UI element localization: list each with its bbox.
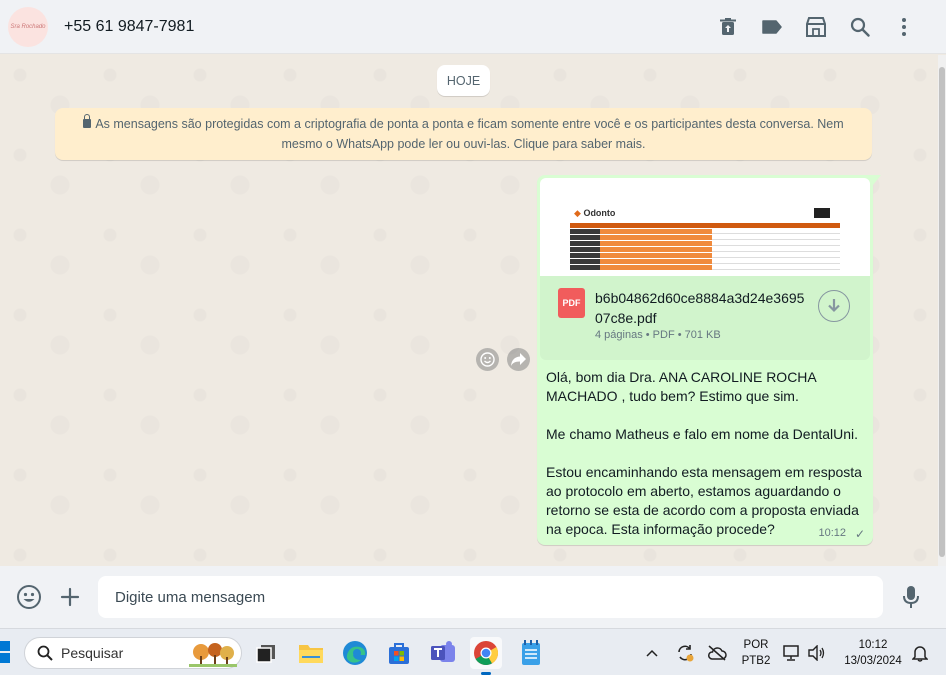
windows-start-icon[interactable] bbox=[0, 641, 12, 663]
download-icon bbox=[828, 299, 840, 313]
edge-icon[interactable] bbox=[339, 637, 371, 669]
teams-icon[interactable] bbox=[427, 637, 459, 669]
task-view-icon[interactable] bbox=[250, 637, 282, 669]
message-text: Olá, bom dia Dra. ANA CAROLINE ROCHA MAC… bbox=[546, 369, 862, 537]
network-icon[interactable] bbox=[779, 637, 805, 669]
encryption-notice[interactable]: As mensagens são protegidas com a cripto… bbox=[55, 108, 872, 160]
chat-scrollbar[interactable] bbox=[938, 55, 946, 566]
menu-icon[interactable] bbox=[882, 5, 926, 49]
search-icon[interactable] bbox=[838, 5, 882, 49]
microphone-icon[interactable] bbox=[896, 582, 926, 612]
download-button[interactable] bbox=[818, 290, 850, 322]
document-preview-table bbox=[570, 223, 840, 276]
contact-name[interactable]: +55 61 9847-7981 bbox=[64, 18, 194, 36]
system-clock[interactable]: 10:12 13/03/2024 bbox=[838, 637, 908, 669]
emoji-reaction-icon[interactable] bbox=[476, 348, 499, 371]
file-explorer-icon[interactable] bbox=[295, 637, 327, 669]
header-actions bbox=[706, 0, 926, 54]
message-input[interactable] bbox=[98, 576, 883, 618]
avatar[interactable]: Sra Rochado bbox=[8, 6, 48, 47]
search-icon bbox=[37, 645, 53, 661]
message-actions bbox=[476, 348, 530, 371]
notification-bell-icon[interactable] bbox=[907, 637, 933, 669]
composer bbox=[0, 566, 946, 628]
sync-icon[interactable] bbox=[670, 637, 700, 669]
document-attachment[interactable]: PDF b6b04862d60ce8884a3d24e369507c8e.pdf… bbox=[540, 276, 870, 360]
document-preview-badge bbox=[814, 208, 830, 218]
forward-icon[interactable] bbox=[507, 348, 530, 371]
date-divider: HOJE bbox=[437, 65, 490, 96]
cloud-offline-icon[interactable] bbox=[702, 637, 732, 669]
attach-plus-icon[interactable] bbox=[55, 582, 85, 612]
lock-icon bbox=[83, 114, 92, 128]
keyboard-language[interactable]: POR PTB2 bbox=[738, 637, 774, 669]
pdf-icon: PDF bbox=[558, 288, 585, 318]
encryption-notice-text: As mensagens são protegidas com a cripto… bbox=[95, 117, 844, 151]
search-highlight-icon bbox=[189, 643, 237, 667]
notepad-icon[interactable] bbox=[515, 637, 547, 669]
file-name: b6b04862d60ce8884a3d24e369507c8e.pdf bbox=[595, 290, 805, 326]
file-meta: 4 páginas • PDF • 701 KB bbox=[595, 329, 721, 341]
outgoing-message[interactable]: ◆ Odonto PDF b6b04862d60ce8884a3d24e3695… bbox=[537, 175, 881, 545]
chevron-up-icon[interactable] bbox=[637, 637, 667, 669]
microsoft-store-icon[interactable] bbox=[383, 637, 415, 669]
document-preview[interactable]: ◆ Odonto bbox=[540, 178, 870, 276]
windows-taskbar: Pesquisar POR PTB2 10:12 13/03/2024 bbox=[0, 628, 946, 675]
delete-icon[interactable] bbox=[706, 5, 750, 49]
message-time: 10:12 bbox=[818, 527, 846, 539]
label-icon[interactable] bbox=[750, 5, 794, 49]
volume-icon[interactable] bbox=[804, 637, 830, 669]
chat-area[interactable]: HOJE As mensagens são protegidas com a c… bbox=[0, 55, 938, 566]
taskbar-search-label: Pesquisar bbox=[61, 645, 124, 661]
chrome-icon[interactable] bbox=[470, 637, 502, 675]
taskbar-search[interactable]: Pesquisar bbox=[24, 637, 242, 669]
sent-check-icon: ✓ bbox=[854, 527, 865, 541]
document-preview-logo: ◆ Odonto bbox=[574, 208, 616, 218]
chat-header: Sra Rochado +55 61 9847-7981 bbox=[0, 0, 946, 54]
archive-icon[interactable] bbox=[794, 5, 838, 49]
emoji-icon[interactable] bbox=[14, 582, 44, 612]
